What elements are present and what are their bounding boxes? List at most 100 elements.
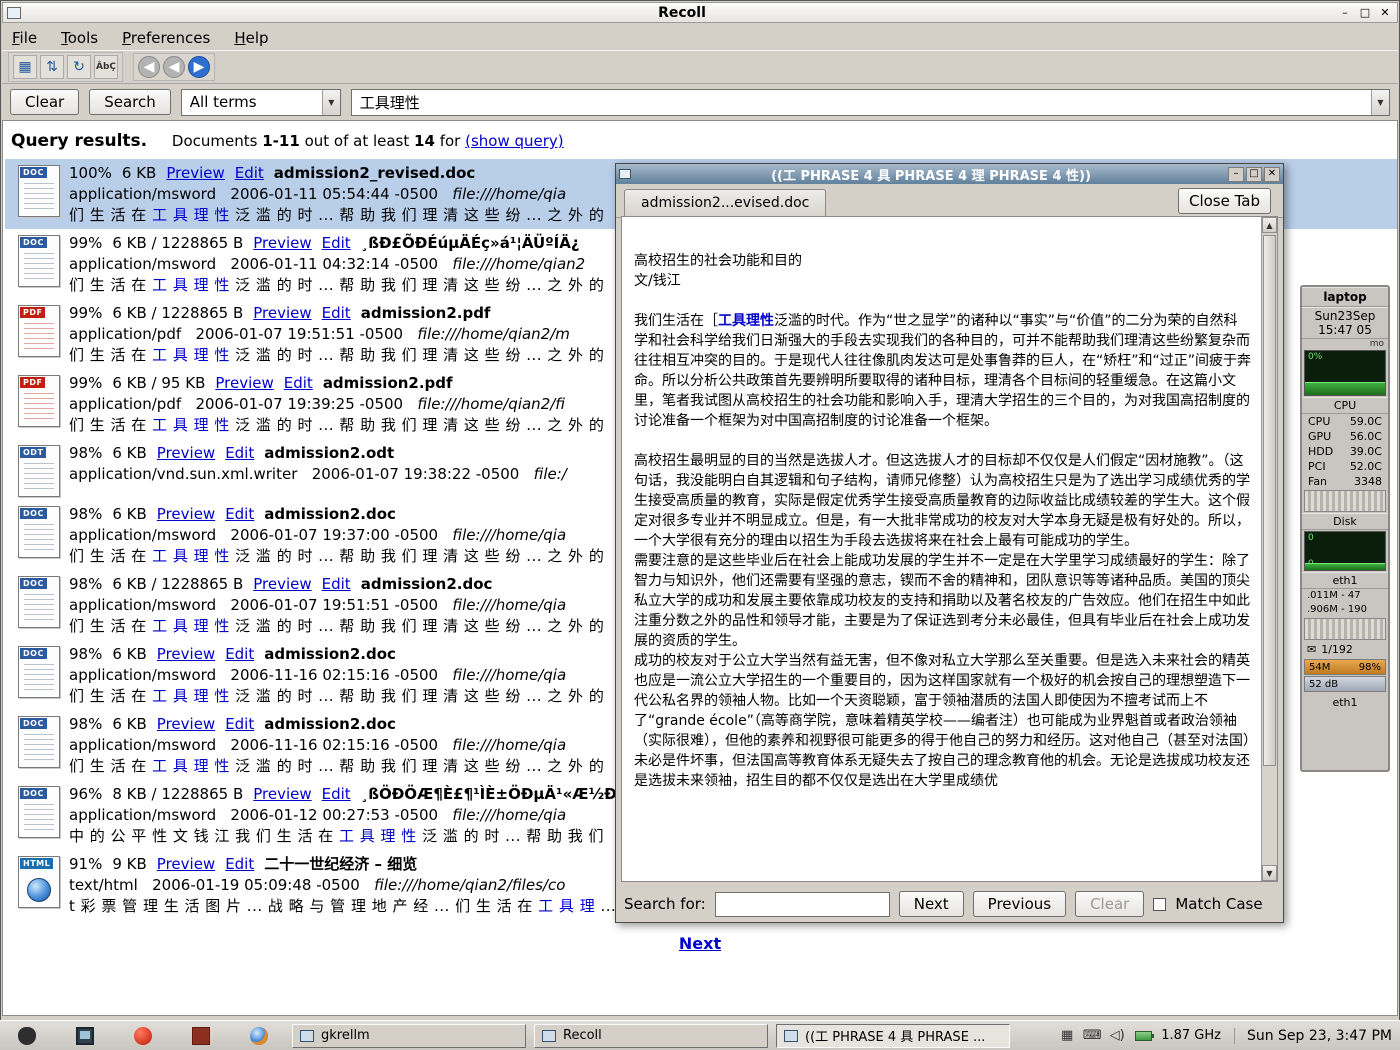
- gkrellm-sensor-row: CPU59.0C: [1302, 414, 1388, 429]
- result-edit-link[interactable]: Edit: [225, 505, 254, 523]
- minimize-icon[interactable]: –: [1337, 5, 1353, 20]
- previous-page-icon[interactable]: ◀: [163, 56, 185, 78]
- result-preview-link[interactable]: Preview: [215, 374, 273, 392]
- result-edit-link[interactable]: Edit: [322, 234, 351, 252]
- result-preview-link[interactable]: Preview: [157, 855, 215, 873]
- preview-paragraph: 需要注意的是这些毕业后在社会上能成功发展的学生并不一定是在大学里学习成绩最好的学…: [634, 551, 1251, 651]
- result-edit-link[interactable]: Edit: [225, 645, 254, 663]
- preview-minimize-icon[interactable]: –: [1228, 167, 1244, 182]
- result-edit-link[interactable]: Edit: [235, 164, 264, 182]
- result-score: 91%: [69, 855, 102, 873]
- result-edit-link[interactable]: Edit: [225, 715, 254, 733]
- search-mode-select[interactable]: All terms ▼: [181, 89, 341, 116]
- find-input[interactable]: [715, 892, 890, 917]
- result-preview-link[interactable]: Preview: [157, 715, 215, 733]
- scrollbar-track[interactable]: [1262, 233, 1277, 865]
- result-edit-link[interactable]: Edit: [284, 374, 313, 392]
- preview-scrollbar[interactable]: ▲ ▼: [1261, 217, 1277, 881]
- preview-findbar: Search for: Next Previous Clear Match Ca…: [616, 886, 1283, 922]
- show-query-link[interactable]: (show query): [465, 132, 564, 150]
- scroll-up-icon[interactable]: ▲: [1262, 217, 1277, 233]
- result-snippet: 们 生 活 在 工 具 理 性 泛 滥 的 时 ... 帮 助 我 们 理 清 …: [69, 756, 604, 777]
- result-snippet: 们 生 活 在 工 具 理 性 泛 滥 的 时 ... 帮 助 我 们 理 清 …: [69, 616, 604, 637]
- match-case-checkbox[interactable]: [1153, 898, 1166, 911]
- menu-help[interactable]: Help: [234, 29, 268, 47]
- keyboard-layout-icon[interactable]: ⌨: [1083, 1027, 1101, 1045]
- term-explorer-icon[interactable]: ↻: [67, 55, 91, 79]
- result-edit-link[interactable]: Edit: [225, 855, 254, 873]
- preview-tab[interactable]: admission2...evised.doc: [624, 189, 826, 217]
- scrollbar-thumb[interactable]: [1263, 235, 1276, 766]
- chat-icon[interactable]: [132, 1025, 154, 1047]
- close-tab-button[interactable]: Close Tab: [1178, 188, 1271, 214]
- result-edit-link[interactable]: Edit: [225, 444, 254, 462]
- result-snippet: 们 生 活 在 工 具 理 性 泛 滥 的 时 ... 帮 助 我 们 理 清 …: [69, 686, 604, 707]
- find-previous-button[interactable]: Previous: [973, 891, 1066, 917]
- search-for-label: Search for:: [624, 895, 706, 913]
- result-preview-link[interactable]: Preview: [157, 444, 215, 462]
- menu-preferences[interactable]: Preferences: [122, 29, 210, 47]
- preview-window: ((工 PHRASE 4 具 PHRASE 4 理 PHRASE 4 性)) –…: [615, 163, 1284, 923]
- preview-paragraph: [634, 431, 1251, 451]
- result-preview-link[interactable]: Preview: [166, 164, 224, 182]
- result-table-icon[interactable]: ▦: [13, 55, 37, 79]
- query-input[interactable]: [352, 90, 1371, 115]
- clear-button[interactable]: Clear: [10, 89, 79, 115]
- result-url: file:///home/qia: [452, 806, 566, 824]
- result-size: 6 KB: [112, 715, 146, 733]
- result-date: 2006-01-07 19:37:00 -0500: [230, 526, 438, 544]
- result-edit-link[interactable]: Edit: [322, 785, 351, 803]
- result-preview-link[interactable]: Preview: [157, 505, 215, 523]
- scroll-down-icon[interactable]: ▼: [1262, 865, 1277, 881]
- gkrellm-bottom-label: eth1: [1302, 693, 1388, 712]
- results-header: Query results. Documents 1-11 out of at …: [3, 121, 1397, 159]
- menu-tools[interactable]: Tools: [61, 29, 98, 47]
- search-button[interactable]: Search: [89, 89, 171, 115]
- preview-maximize-icon[interactable]: □: [1246, 167, 1262, 182]
- result-snippet: t 彩 票 管 理 生 活 图 片 ... 战 略 与 管 理 地 产 经 ..…: [69, 896, 616, 917]
- taskbar-task-button[interactable]: gkrellm: [292, 1024, 526, 1048]
- package-icon[interactable]: [190, 1025, 212, 1047]
- file-type-badge: DOC: [20, 508, 47, 519]
- result-edit-link[interactable]: Edit: [322, 304, 351, 322]
- next-page-icon[interactable]: ▶: [188, 56, 210, 78]
- result-size: 6 KB / 1228865 B: [112, 234, 243, 252]
- taskbar-task-button[interactable]: Recoll: [534, 1024, 768, 1048]
- result-preview-link[interactable]: Preview: [253, 304, 311, 322]
- result-mimetype: application/msword: [69, 185, 216, 203]
- next-page-link[interactable]: Next: [679, 934, 721, 953]
- query-history-chevron-icon[interactable]: ▼: [1371, 90, 1389, 115]
- file-type-icon: PDF: [9, 373, 69, 436]
- result-date: 2006-01-07 19:51:51 -0500: [195, 325, 403, 343]
- firefox-icon[interactable]: [248, 1025, 270, 1047]
- result-preview-link[interactable]: Preview: [253, 234, 311, 252]
- result-title: admission2_revised.doc: [274, 164, 476, 182]
- taskbar-task-button[interactable]: ((工 PHRASE 4 具 PHRASE ...: [776, 1024, 1010, 1048]
- result-preview-link[interactable]: Preview: [253, 785, 311, 803]
- terminal-icon[interactable]: [74, 1025, 96, 1047]
- preview-close-icon[interactable]: ✕: [1264, 167, 1280, 182]
- sort-parameters-icon[interactable]: ⇅: [40, 55, 64, 79]
- window-list-icon[interactable]: ▦: [1058, 1027, 1076, 1045]
- first-page-icon[interactable]: ◀: [138, 56, 160, 78]
- volume-icon[interactable]: ◁): [1108, 1027, 1126, 1045]
- result-title: admission2.pdf: [323, 374, 453, 392]
- file-type-icon: DOC: [9, 714, 69, 777]
- taskbar-launchers: [8, 1025, 278, 1047]
- memory-percent: 98%: [1359, 662, 1381, 673]
- spell-expand-icon[interactable]: ÂbÇ: [94, 55, 118, 79]
- main-titlebar[interactable]: Recoll – □ ✕: [2, 2, 1398, 23]
- result-preview-link[interactable]: Preview: [157, 645, 215, 663]
- result-url: file:///home/qia: [452, 185, 566, 203]
- result-snippet: 们 生 活 在 工 具 理 性 泛 滥 的 时 ... 帮 助 我 们 理 清 …: [69, 275, 604, 296]
- find-next-button[interactable]: Next: [899, 891, 964, 917]
- wm-menu-icon[interactable]: [16, 1025, 38, 1047]
- result-preview-link[interactable]: Preview: [253, 575, 311, 593]
- menu-file[interactable]: File: [12, 29, 37, 47]
- preview-titlebar[interactable]: ((工 PHRASE 4 具 PHRASE 4 理 PHRASE 4 性)) –…: [616, 164, 1283, 184]
- close-icon[interactable]: ✕: [1377, 5, 1393, 20]
- result-edit-link[interactable]: Edit: [322, 575, 351, 593]
- result-title: admission2.doc: [264, 645, 396, 663]
- result-url: file:/: [534, 465, 567, 483]
- maximize-icon[interactable]: □: [1357, 5, 1373, 20]
